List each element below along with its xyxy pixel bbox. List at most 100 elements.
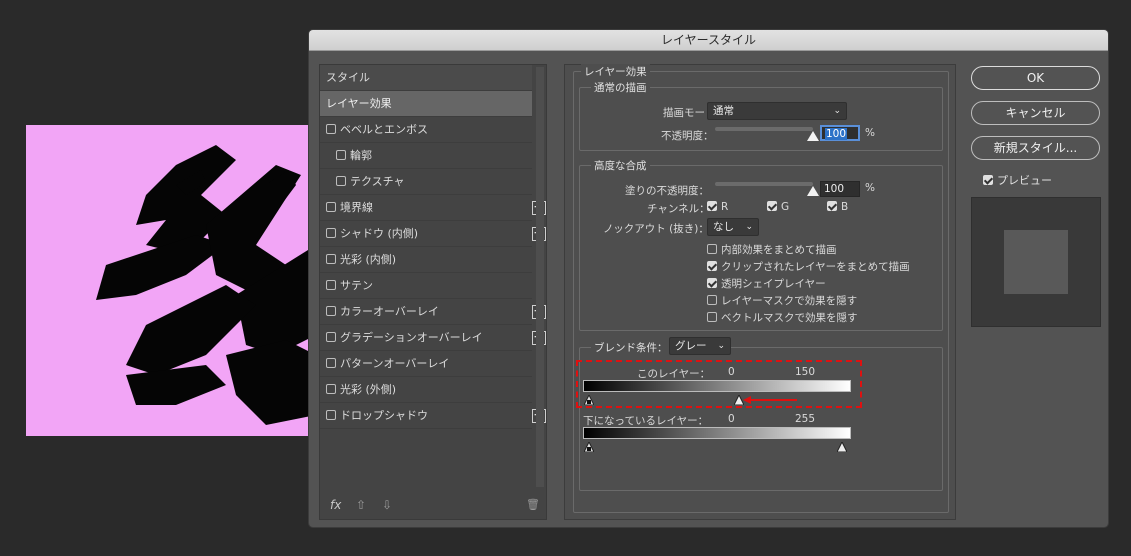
satin-checkbox[interactable] — [326, 280, 336, 290]
style-list-item-styles[interactable]: スタイル — [320, 65, 532, 91]
option-blend-clipped[interactable]: クリップされたレイヤーをまとめて描画 — [707, 259, 910, 274]
style-list-item-layer-effects[interactable]: レイヤー効果 — [320, 91, 532, 117]
style-list-item-label: 境界線 — [340, 201, 373, 214]
style-list-scrollbar[interactable] — [536, 67, 544, 487]
this-layer-label: このレイヤー： — [637, 368, 711, 380]
style-list-item-inner-shadow[interactable]: シャドウ (内側)+ — [320, 221, 546, 247]
contour-checkbox[interactable] — [336, 150, 346, 160]
style-list-item-label: カラーオーバーレイ — [340, 305, 439, 318]
fx-icon[interactable]: fx — [330, 498, 341, 512]
style-list-item-inner-glow[interactable]: 光彩 (内側) — [320, 247, 532, 273]
move-up-icon[interactable]: ⇧ — [356, 498, 366, 512]
fill-opacity-label: 塗りの不透明度： — [625, 185, 709, 197]
channel-r-checkbox[interactable] — [707, 201, 717, 211]
underlying-layer-min-value: 0 — [728, 413, 735, 425]
style-list-item-label: シャドウ (内側) — [340, 227, 419, 240]
new-style-button[interactable]: 新規スタイル... — [971, 136, 1100, 160]
underlying-layer-black-thumb[interactable] — [584, 442, 594, 452]
opacity-unit: % — [865, 127, 875, 139]
style-list-footer: fx ⇧ ⇩ 🗑 — [320, 493, 546, 519]
opacity-input-value: 100 — [825, 128, 848, 140]
underlying-layer-max-value: 255 — [795, 413, 816, 425]
style-list-item-drop-shadow[interactable]: ドロップシャドウ+ — [320, 403, 546, 429]
chevron-down-icon: ⌄ — [745, 222, 753, 232]
pattern-overlay-checkbox[interactable] — [326, 358, 336, 368]
channel-b-checkbox[interactable] — [827, 201, 837, 211]
option-blend-interior[interactable]: 内部効果をまとめて描画 — [707, 242, 837, 257]
ok-button[interactable]: OK — [971, 66, 1100, 90]
channel-b-label: B — [841, 201, 849, 213]
this-layer-gradient[interactable] — [583, 380, 851, 392]
channels-label: チャンネル： — [647, 203, 710, 215]
underlying-layer-label: 下になっているレイヤー： — [583, 415, 709, 427]
channel-g-checkbox[interactable] — [767, 201, 777, 211]
style-preview-box — [971, 197, 1101, 327]
style-list-item-gradient-overlay[interactable]: グラデーションオーバーレイ+ — [320, 325, 546, 351]
this-layer-max-value: 150 — [795, 366, 816, 378]
knockout-select[interactable]: なし ⌄ — [707, 218, 759, 236]
opacity-slider-track[interactable] — [715, 127, 813, 131]
texture-checkbox[interactable] — [336, 176, 346, 186]
blend-interior-checkbox[interactable] — [707, 244, 717, 254]
option-transparency-shapes[interactable]: 透明シェイプレイヤー — [707, 276, 826, 291]
style-list-item-stroke[interactable]: 境界線+ — [320, 195, 546, 221]
blend-mode-select[interactable]: 通常 ⌄ — [707, 102, 847, 120]
channel-r[interactable]: R — [707, 201, 728, 213]
style-list-item-label: グラデーションオーバーレイ — [340, 331, 483, 344]
arrow-annotation-icon — [743, 396, 797, 404]
opacity-input[interactable]: 100 — [820, 125, 860, 141]
underlying-layer-gradient[interactable] — [583, 427, 851, 439]
document-canvas — [26, 125, 316, 436]
fill-opacity-slider-thumb[interactable] — [807, 186, 819, 196]
transparency-shapes-checkbox[interactable] — [707, 278, 717, 288]
inner-shadow-checkbox[interactable] — [326, 228, 336, 238]
inner-glow-checkbox[interactable] — [326, 254, 336, 264]
style-list-item-outer-glow[interactable]: 光彩 (外側) — [320, 377, 532, 403]
layer-mask-hides-checkbox[interactable] — [707, 295, 717, 305]
gradient-overlay-checkbox[interactable] — [326, 332, 336, 342]
opacity-slider-thumb[interactable] — [807, 131, 819, 141]
drop-shadow-checkbox[interactable] — [326, 410, 336, 420]
style-list-item-label: 光彩 (外側) — [340, 383, 397, 396]
advanced-blending-label: 高度な合成 — [591, 158, 650, 173]
style-list-item-satin[interactable]: サテン — [320, 273, 532, 299]
move-down-icon[interactable]: ⇩ — [382, 498, 392, 512]
style-list-item-label: 光彩 (内側) — [340, 253, 397, 266]
dialog-title: レイヤースタイル — [309, 30, 1108, 51]
option-label: レイヤーマスクで効果を隠す — [721, 295, 858, 307]
channel-r-label: R — [721, 201, 729, 213]
style-list-item-color-overlay[interactable]: カラーオーバーレイ+ — [320, 299, 546, 325]
trash-icon[interactable]: 🗑 — [526, 498, 540, 511]
preview-toggle[interactable]: プレビュー — [983, 172, 1052, 188]
option-label: 透明シェイプレイヤー — [721, 278, 826, 290]
style-list-item-texture[interactable]: テクスチャ — [320, 169, 532, 195]
vector-mask-hides-checkbox[interactable] — [707, 312, 717, 322]
style-list-item-contour[interactable]: 輪郭 — [320, 143, 532, 169]
blend-if-select[interactable]: グレー ⌄ — [669, 337, 731, 355]
fill-opacity-slider-track[interactable] — [715, 182, 813, 186]
fill-opacity-unit: % — [865, 182, 875, 194]
style-list-item-pattern-overlay[interactable]: パターンオーバーレイ — [320, 351, 532, 377]
blend-clipped-checkbox[interactable] — [707, 261, 717, 271]
color-overlay-checkbox[interactable] — [326, 306, 336, 316]
channel-g-label: G — [781, 201, 790, 213]
option-layer-mask-hides[interactable]: レイヤーマスクで効果を隠す — [707, 293, 857, 308]
option-label: ベクトルマスクで効果を隠す — [721, 312, 858, 324]
chevron-down-icon: ⌄ — [833, 106, 841, 116]
fill-opacity-input[interactable]: 100 — [820, 181, 860, 197]
channel-g[interactable]: G — [767, 201, 789, 213]
bevel-emboss-checkbox[interactable] — [326, 124, 336, 134]
cancel-button[interactable]: キャンセル — [971, 101, 1100, 125]
style-list: スタイル レイヤー効果 ベベルとエンボス 輪郭 テクスチャ 境界線+ シャドウ … — [319, 64, 547, 520]
outer-glow-checkbox[interactable] — [326, 384, 336, 394]
this-layer-black-thumb[interactable] — [584, 395, 594, 405]
preview-label: プレビュー — [997, 174, 1052, 187]
style-list-item-label: 輪郭 — [350, 149, 372, 162]
stroke-checkbox[interactable] — [326, 202, 336, 212]
preview-checkbox[interactable] — [983, 175, 993, 185]
option-vector-mask-hides[interactable]: ベクトルマスクで効果を隠す — [707, 310, 858, 325]
style-list-item-label: ベベルとエンボス — [340, 123, 428, 136]
style-list-item-bevel-emboss[interactable]: ベベルとエンボス — [320, 117, 532, 143]
channel-b[interactable]: B — [827, 201, 848, 213]
underlying-layer-white-thumb[interactable] — [837, 442, 847, 452]
